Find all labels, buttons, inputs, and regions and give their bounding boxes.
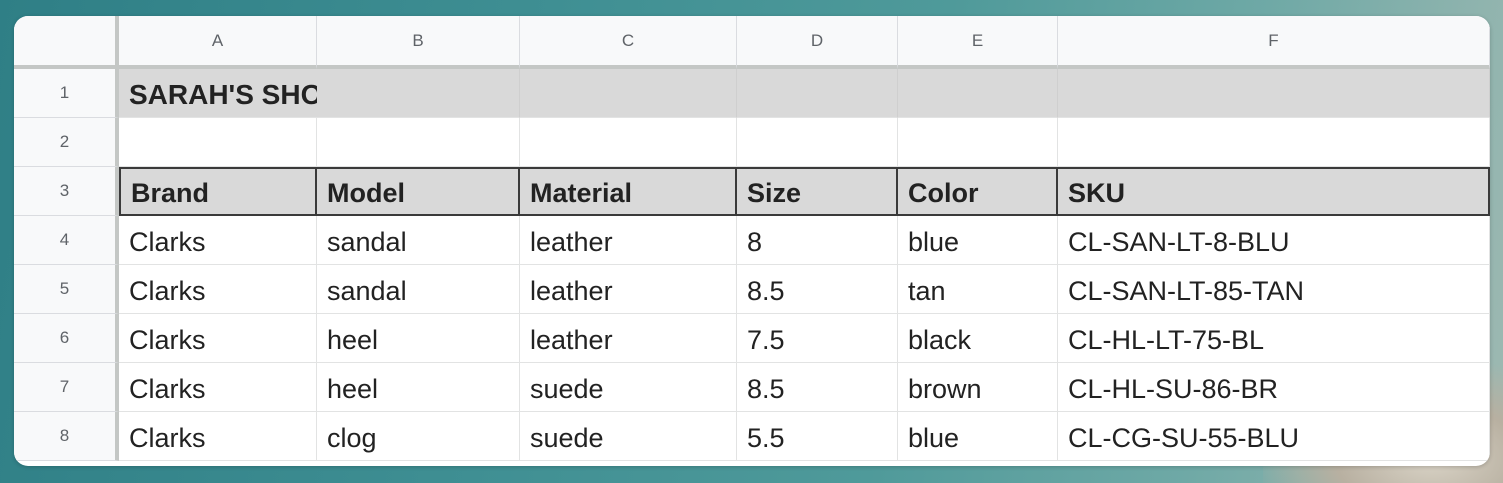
- cell-e2[interactable]: [898, 118, 1058, 167]
- data-cell-sku[interactable]: CL-SAN-LT-8-BLU: [1058, 216, 1490, 265]
- cell-b1[interactable]: [317, 69, 520, 118]
- cell-f1[interactable]: [1058, 69, 1490, 118]
- data-cell-material[interactable]: leather: [520, 314, 737, 363]
- data-cell-sku[interactable]: CL-HL-SU-86-BR: [1058, 363, 1490, 412]
- cell-d2[interactable]: [737, 118, 898, 167]
- cell-b2[interactable]: [317, 118, 520, 167]
- cell-c2[interactable]: [520, 118, 737, 167]
- cell-a1-sheet-title[interactable]: SARAH'S SHOE STORE: [119, 69, 445, 118]
- data-cell-material[interactable]: suede: [520, 363, 737, 412]
- cell-c1[interactable]: [520, 69, 737, 118]
- data-cell-size[interactable]: 8.5: [737, 363, 898, 412]
- data-cell-material[interactable]: leather: [520, 216, 737, 265]
- data-cell-color[interactable]: blue: [898, 216, 1058, 265]
- data-cell-brand[interactable]: Clarks: [119, 216, 317, 265]
- data-cell-size[interactable]: 8.5: [737, 265, 898, 314]
- data-cell-model[interactable]: heel: [317, 314, 520, 363]
- header-cell-sku[interactable]: SKU: [1058, 167, 1490, 216]
- header-cell-brand[interactable]: Brand: [119, 167, 317, 216]
- header-cell-model[interactable]: Model: [317, 167, 520, 216]
- header-cell-color[interactable]: Color: [898, 167, 1058, 216]
- data-cell-sku[interactable]: CL-HL-LT-75-BL: [1058, 314, 1490, 363]
- column-header-f[interactable]: F: [1058, 16, 1490, 69]
- spreadsheet-grid: A B C D E F 1 SARAH'S SHOE STORE 2 3 Bra…: [14, 16, 1490, 461]
- row-header-6[interactable]: 6: [14, 314, 119, 363]
- header-cell-size[interactable]: Size: [737, 167, 898, 216]
- cell-f2[interactable]: [1058, 118, 1490, 167]
- data-cell-color[interactable]: blue: [898, 412, 1058, 461]
- data-cell-brand[interactable]: Clarks: [119, 412, 317, 461]
- data-cell-model[interactable]: sandal: [317, 216, 520, 265]
- data-cell-sku[interactable]: CL-CG-SU-55-BLU: [1058, 412, 1490, 461]
- header-cell-material[interactable]: Material: [520, 167, 737, 216]
- column-header-a[interactable]: A: [119, 16, 317, 69]
- data-cell-size[interactable]: 8: [737, 216, 898, 265]
- row-header-2[interactable]: 2: [14, 118, 119, 167]
- cell-a2[interactable]: [119, 118, 317, 167]
- cell-d1[interactable]: [737, 69, 898, 118]
- data-cell-material[interactable]: suede: [520, 412, 737, 461]
- cell-e1[interactable]: [898, 69, 1058, 118]
- data-cell-size[interactable]: 7.5: [737, 314, 898, 363]
- row-header-8[interactable]: 8: [14, 412, 119, 461]
- data-cell-model[interactable]: clog: [317, 412, 520, 461]
- data-cell-sku[interactable]: CL-SAN-LT-85-TAN: [1058, 265, 1490, 314]
- select-all-corner[interactable]: [14, 16, 119, 69]
- column-header-c[interactable]: C: [520, 16, 737, 69]
- data-cell-brand[interactable]: Clarks: [119, 314, 317, 363]
- data-cell-color[interactable]: tan: [898, 265, 1058, 314]
- column-header-b[interactable]: B: [317, 16, 520, 69]
- row-header-7[interactable]: 7: [14, 363, 119, 412]
- data-cell-material[interactable]: leather: [520, 265, 737, 314]
- data-cell-brand[interactable]: Clarks: [119, 265, 317, 314]
- spreadsheet-window: A B C D E F 1 SARAH'S SHOE STORE 2 3 Bra…: [14, 16, 1490, 466]
- column-header-e[interactable]: E: [898, 16, 1058, 69]
- data-cell-size[interactable]: 5.5: [737, 412, 898, 461]
- column-header-d[interactable]: D: [737, 16, 898, 69]
- row-header-4[interactable]: 4: [14, 216, 119, 265]
- row-header-3[interactable]: 3: [14, 167, 119, 216]
- data-cell-color[interactable]: brown: [898, 363, 1058, 412]
- data-cell-model[interactable]: sandal: [317, 265, 520, 314]
- row-header-1[interactable]: 1: [14, 69, 119, 118]
- data-cell-color[interactable]: black: [898, 314, 1058, 363]
- data-cell-model[interactable]: heel: [317, 363, 520, 412]
- row-header-5[interactable]: 5: [14, 265, 119, 314]
- data-cell-brand[interactable]: Clarks: [119, 363, 317, 412]
